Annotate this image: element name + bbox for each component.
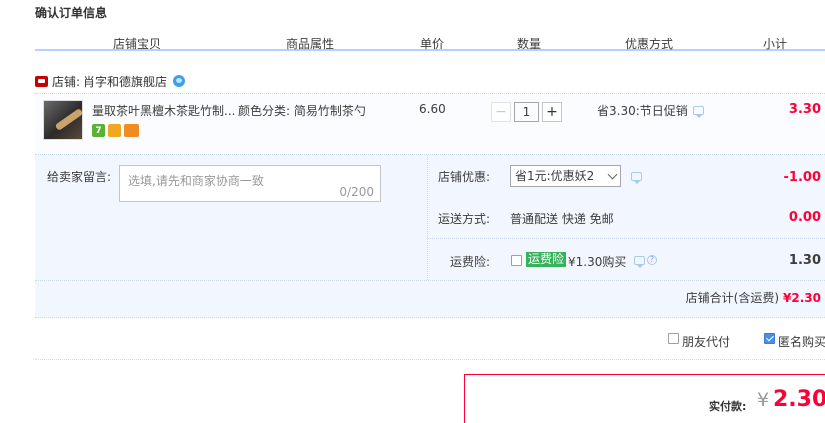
insurance-amount: 1.30 — [788, 253, 821, 268]
column-promotion: 优惠方式 — [625, 37, 674, 51]
column-shop-item: 店铺宝贝 — [113, 37, 162, 51]
help-icon[interactable]: ? — [647, 255, 657, 265]
item-subtotal: 3.30 — [788, 102, 821, 117]
message-char-counter: 0/200 — [339, 185, 374, 199]
quantity-increase-button[interactable]: + — [542, 102, 562, 122]
anonymous-label[interactable]: 匿名购买 — [778, 333, 825, 350]
insurance-tag: 运费险 — [526, 252, 567, 267]
item-title-link[interactable]: 量取茶叶黑檀木茶匙竹制... — [92, 102, 237, 119]
shop-line: 店铺: 肖字和德旗舰店 — [35, 72, 186, 90]
friend-pay-checkbox[interactable] — [668, 333, 679, 344]
payment-label: 实付款: — [709, 400, 747, 413]
order-detail-box: 给卖家留言: 选填,请先和商家协商一致 0/200 店铺优惠: 省1元:优惠妖2… — [35, 155, 825, 318]
tmall-icon — [35, 75, 48, 87]
shop-coupon-selected: 省1元:优惠妖2 — [515, 169, 595, 183]
item-badges: 7 — [92, 124, 139, 137]
comment-icon[interactable] — [692, 106, 704, 118]
vertical-divider — [427, 155, 428, 280]
quantity-stepper: − 1 + — [491, 102, 562, 122]
shop-coupon-select[interactable]: 省1元:优惠妖2 — [510, 165, 621, 187]
message-placeholder: 选填,请先和商家协商一致 — [128, 174, 264, 188]
column-subtotal: 小计 — [763, 37, 788, 51]
insurance-help-group: ? — [634, 255, 657, 268]
shop-total-amount: ¥2.30 — [783, 291, 821, 305]
seller-message-textarea[interactable]: 选填,请先和商家协商一致 0/200 — [119, 165, 381, 202]
message-label: 给卖家留言: — [47, 170, 112, 184]
shop-coupon-amount: -1.00 — [783, 170, 821, 185]
insurance-comment-icon[interactable] — [634, 255, 645, 268]
shipping-amount: 0.00 — [788, 210, 821, 225]
shop-label: 店铺: — [52, 74, 81, 89]
friend-pay-label[interactable]: 朋友代付 — [682, 333, 730, 350]
chevron-down-icon — [607, 169, 618, 180]
shop-total: 店铺合计(含运费) ¥2.30 — [686, 289, 821, 306]
shop-name-link[interactable]: 肖字和德旗舰店 — [83, 73, 167, 90]
column-quantity: 数量 — [517, 37, 542, 51]
shop-coupon-label: 店铺优惠: — [438, 170, 491, 184]
shipping-label: 运送方式: — [438, 212, 491, 226]
insurance-price: ¥1.30购买 — [568, 255, 627, 269]
seven-day-return-icon[interactable]: 7 — [92, 124, 105, 137]
quantity-input[interactable]: 1 — [514, 102, 539, 122]
promotion-text: 省3.30:节日促销 — [597, 104, 688, 118]
item-unit-price: 6.60 — [419, 102, 446, 116]
payment-currency: ¥ — [757, 389, 770, 411]
column-header: 店铺宝贝 商品属性 单价 数量 优惠方式 小计 — [35, 31, 825, 51]
column-attributes: 商品属性 — [286, 37, 335, 51]
shield-icon[interactable] — [108, 124, 121, 137]
page-title: 确认订单信息 — [35, 6, 108, 20]
column-unit-price: 单价 — [420, 37, 445, 51]
item-promotion: 省3.30:节日促销 — [597, 102, 704, 119]
coupon-comment-icon[interactable] — [631, 172, 642, 184]
item-row: 量取茶叶黑檀木茶匙竹制... 7 颜色分类: 简易竹制茶勺 6.60 − 1 +… — [35, 93, 825, 155]
insurance-checkbox[interactable] — [511, 255, 522, 266]
divider — [35, 280, 825, 281]
payment-amount: 2.30 — [773, 387, 825, 412]
wangwang-chat-icon[interactable] — [173, 75, 186, 87]
divider — [428, 238, 825, 239]
insurance-label: 运费险: — [450, 255, 491, 269]
item-attribute: 颜色分类: 简易竹制茶勺 — [238, 104, 366, 118]
quantity-decrease-button[interactable]: − — [491, 102, 511, 122]
anonymous-checkbox[interactable] — [764, 333, 775, 344]
payment-summary: 实付款: ¥ 2.30 — [464, 374, 825, 423]
card-icon[interactable] — [124, 124, 139, 137]
shipping-method: 普通配送 快递 免邮 — [510, 212, 614, 226]
extra-options: 朋友代付 匿名购买 — [35, 320, 825, 360]
shop-total-label: 店铺合计(含运费) — [685, 291, 780, 305]
item-thumbnail[interactable] — [43, 100, 83, 140]
